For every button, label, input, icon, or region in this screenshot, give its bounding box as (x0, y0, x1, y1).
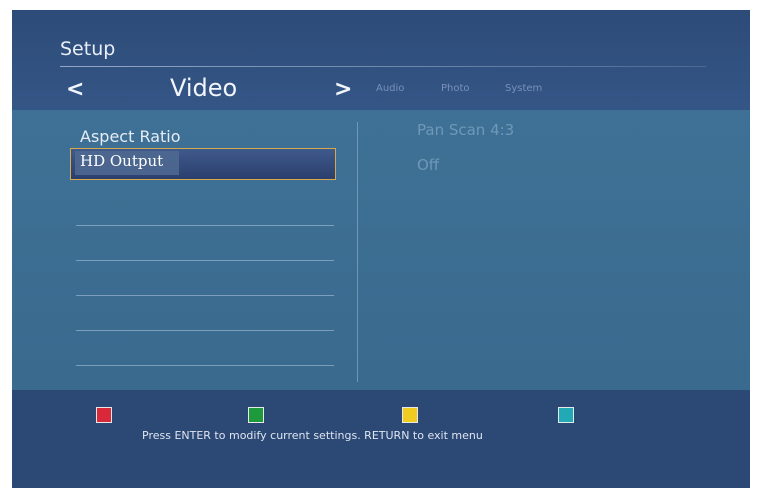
yellow-key-icon (402, 407, 418, 423)
menu-item-hd-output[interactable]: HD Output (70, 148, 336, 180)
red-key-icon (96, 407, 112, 423)
settings-panel: Aspect Ratio HD Output Pan Scan 4:3 Off (12, 110, 750, 390)
column-divider (357, 122, 358, 382)
empty-slot-divider (76, 260, 334, 261)
menu-item-label: HD Output (80, 152, 164, 170)
empty-slot-divider (76, 225, 334, 226)
aspect-ratio-value: Pan Scan 4:3 (417, 121, 515, 139)
setup-screen: Setup < Video > Audio Photo System Aspec… (12, 10, 750, 488)
tab-photo[interactable]: Photo (441, 83, 470, 94)
cyan-key-icon (558, 407, 574, 423)
tab-system[interactable]: System (505, 83, 542, 94)
help-hint: Press ENTER to modify current settings. … (142, 429, 483, 442)
page-title: Setup (60, 38, 116, 60)
menu-item-label: Aspect Ratio (80, 127, 181, 146)
tab-audio[interactable]: Audio (376, 83, 404, 94)
next-tab-arrow-icon[interactable]: > (334, 77, 352, 102)
empty-slot-divider (76, 365, 334, 366)
footer: Press ENTER to modify current settings. … (12, 390, 750, 488)
tab-video[interactable]: Video (170, 74, 237, 102)
header: Setup < Video > Audio Photo System (12, 10, 750, 110)
empty-slot-divider (76, 295, 334, 296)
prev-tab-arrow-icon[interactable]: < (66, 77, 84, 102)
hd-output-value: Off (417, 156, 440, 174)
empty-slot-divider (76, 330, 334, 331)
title-divider (60, 66, 706, 67)
green-key-icon (248, 407, 264, 423)
